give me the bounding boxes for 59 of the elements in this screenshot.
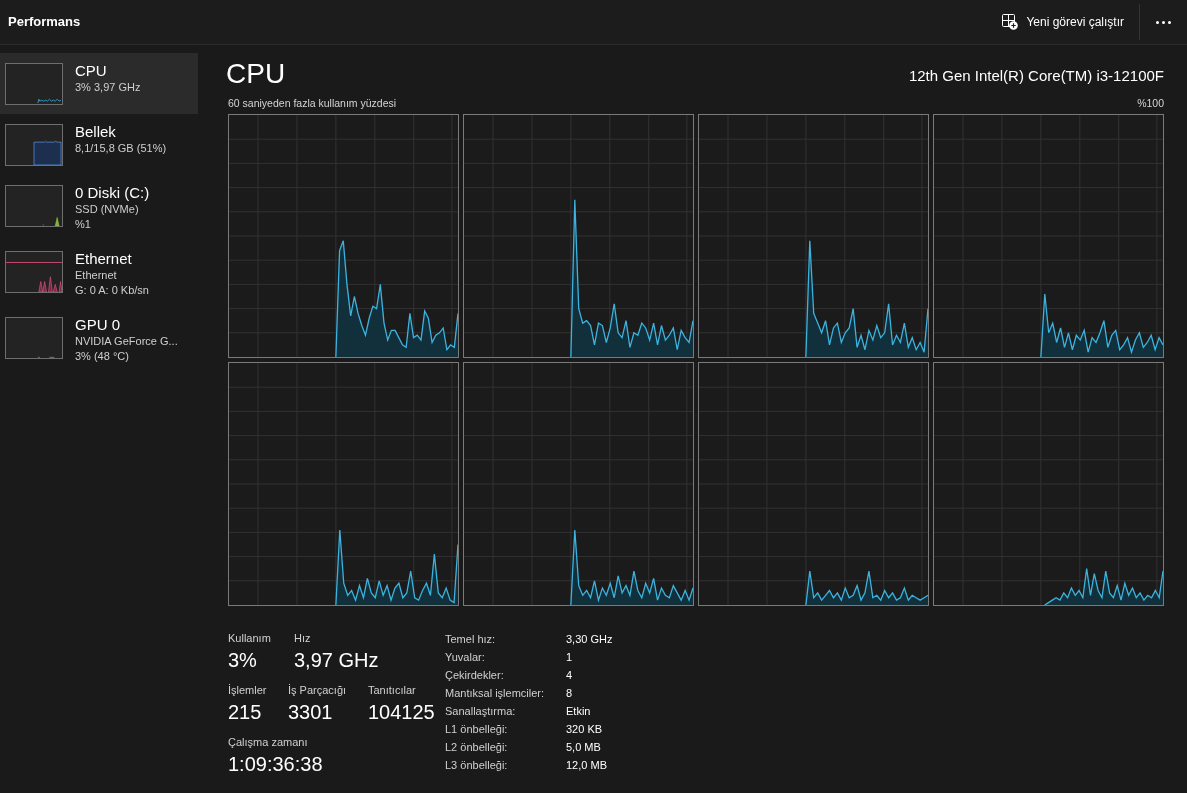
more-icon	[1155, 20, 1171, 24]
stat-label: İş Parçacığı	[288, 683, 348, 698]
sidebar-item[interactable]: 0 Diski (C:) SSD (NVMe) %1	[0, 175, 198, 241]
stat-label: Tanıtıcılar	[368, 683, 417, 698]
processor-name: 12th Gen Intel(R) Core(TM) i3-12100F	[908, 66, 1164, 86]
spec-value: 5,0 MB	[566, 739, 601, 755]
sidebar-item-detail: Ethernet	[75, 268, 118, 283]
new-task-button[interactable]: Yeni görevi çalıştır	[996, 6, 1130, 38]
stat-value: 1:09:36:38	[228, 752, 323, 777]
spec-value: 320 KB	[566, 721, 603, 737]
spec-value: 8	[566, 685, 573, 701]
spec-value: 3,30 GHz	[566, 631, 613, 647]
sidebar-item-title: 0 Diski (C:)	[75, 184, 150, 202]
sidebar-item[interactable]: Bellek 8,1/15,8 GB (51%)	[0, 114, 198, 175]
panel-title: CPU	[226, 58, 286, 90]
sidebar-item-detail: 8,1/15,8 GB (51%)	[75, 141, 167, 156]
sidebar-item-detail: 3% (48 °C)	[75, 349, 130, 364]
spec-value: Etkin	[566, 703, 591, 719]
spec-label: Yuvalar:	[445, 649, 486, 665]
sidebar-item-detail: SSD (NVMe)	[75, 202, 140, 217]
usage-graph-thumbnail	[5, 251, 63, 293]
sidebar-item[interactable]: Ethernet Ethernet G: 0 A: 0 Kb/sn	[0, 241, 198, 307]
spec-label: L3 önbelleği:	[445, 757, 509, 773]
spec-value: 4	[566, 667, 573, 683]
stat-label: İşlemler	[228, 683, 268, 698]
spec-label: L1 önbelleği:	[445, 721, 509, 737]
sidebar-item-detail: G: 0 A: 0 Kb/sn	[75, 283, 149, 298]
sidebar-item-title: Ethernet	[75, 250, 133, 268]
stat-value: 3%	[228, 648, 258, 673]
sidebar-item-title: CPU	[75, 62, 108, 80]
graph-max-label: %100	[1137, 96, 1164, 110]
sidebar-item[interactable]: GPU 0 NVIDIA GeForce G... 3% (48 °C)	[0, 307, 198, 373]
spec-value: 12,0 MB	[566, 757, 607, 773]
sidebar-item-title: Bellek	[75, 123, 117, 141]
stat-value: 3301	[288, 700, 334, 725]
spec-label: Sanallaştırma:	[445, 703, 517, 719]
usage-graph-thumbnail	[5, 317, 63, 359]
sidebar-item-detail: NVIDIA GeForce G...	[75, 334, 178, 349]
stat-label: Kullanım	[228, 631, 272, 646]
usage-graph-thumbnail	[5, 63, 63, 105]
usage-graph-thumbnail	[5, 124, 63, 166]
stat-value: 104125	[368, 700, 435, 725]
page-title: Performans	[8, 13, 81, 32]
sidebar-item[interactable]: CPU 3% 3,97 GHz	[0, 53, 198, 114]
stat-value: 3,97 GHz	[294, 648, 379, 673]
spec-label: Mantıksal işlemciler:	[445, 685, 546, 701]
spec-label: Temel hız:	[445, 631, 497, 647]
spec-label: Çekirdekler:	[445, 667, 505, 683]
grid-plus-icon	[1002, 14, 1019, 30]
spec-label: L2 önbelleği:	[445, 739, 509, 755]
sidebar-item-detail: %1	[75, 217, 92, 232]
graph-caption: 60 saniyeden fazla kullanım yüzdesi	[228, 96, 397, 110]
spec-value: 1	[566, 649, 573, 665]
stat-label: Hız	[294, 631, 312, 646]
stat-value: 215	[228, 700, 263, 725]
stat-label: Çalışma zamanı	[228, 735, 309, 750]
sidebar-item-title: GPU 0	[75, 316, 121, 334]
usage-graph-thumbnail	[5, 185, 63, 227]
sidebar-item-detail: 3% 3,97 GHz	[75, 80, 141, 95]
